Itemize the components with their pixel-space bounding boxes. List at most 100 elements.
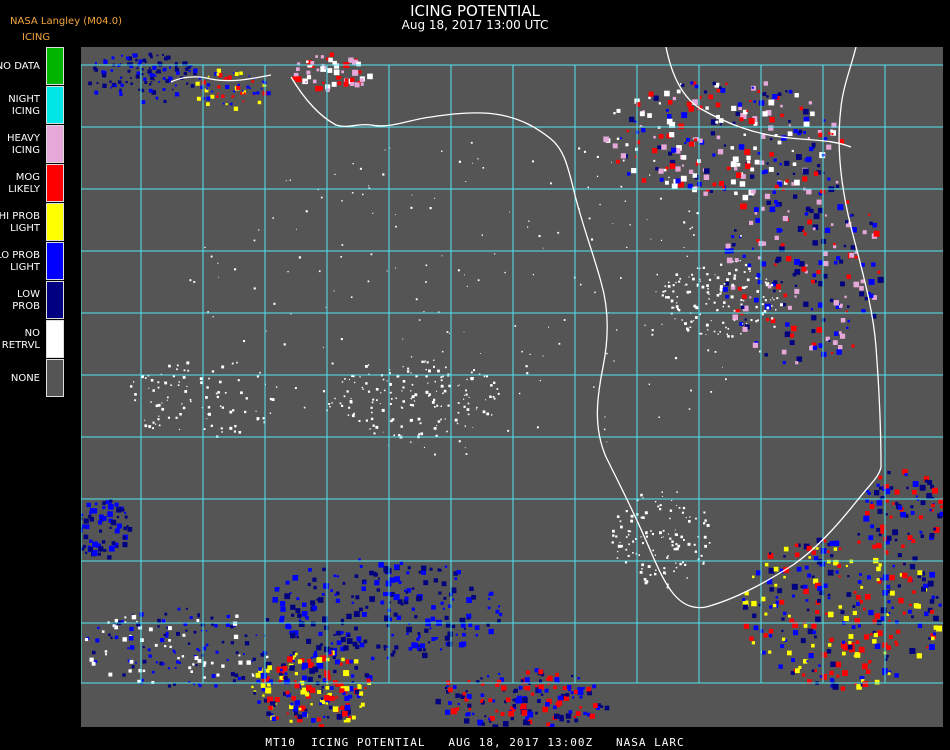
icing-cell — [931, 503, 935, 508]
icing-cell — [348, 406, 351, 409]
icing-cell — [750, 167, 755, 172]
icing-cell — [648, 383, 650, 385]
icing-cell — [251, 673, 254, 675]
icing-cell — [335, 659, 340, 665]
icing-cell — [389, 577, 395, 583]
icing-cell — [823, 119, 826, 122]
icing-cell — [411, 194, 413, 196]
icing-cell — [462, 692, 466, 696]
legend-swatch — [46, 47, 64, 85]
icing-cell — [664, 90, 670, 97]
icing-cell — [804, 565, 809, 570]
icing-cell — [759, 629, 764, 633]
icing-cell — [681, 511, 684, 514]
icing-cell — [294, 652, 298, 656]
icing-cell — [545, 701, 550, 707]
icing-cell — [260, 653, 265, 657]
icing-cell — [341, 657, 345, 662]
icing-cell — [938, 603, 942, 607]
icing-cell — [749, 636, 754, 641]
icing-cell — [365, 605, 369, 609]
icing-cell — [863, 607, 866, 611]
icing-cell — [207, 311, 209, 313]
icing-cell — [107, 555, 112, 560]
icing-cell — [764, 299, 767, 302]
icing-cell — [158, 81, 161, 83]
icing-cell — [811, 643, 815, 648]
icing-cell — [460, 623, 466, 628]
icing-cell — [114, 84, 118, 87]
icing-cell — [273, 302, 276, 305]
icing-cell — [303, 706, 306, 710]
icing-cell — [320, 697, 324, 701]
icing-cell — [167, 396, 169, 399]
icing-cell — [120, 83, 124, 87]
icing-map[interactable] — [73, 46, 944, 731]
icing-cell — [363, 581, 367, 585]
icing-cell — [307, 582, 311, 587]
icing-cell — [933, 527, 936, 531]
icing-cell — [152, 389, 155, 392]
icing-cell — [470, 377, 473, 380]
icing-cell — [301, 611, 308, 617]
icing-cell — [927, 580, 934, 587]
icing-cell — [859, 599, 863, 604]
icing-cell — [794, 93, 799, 98]
icing-cell — [311, 718, 316, 723]
icing-cell — [676, 89, 681, 94]
icing-cell — [206, 83, 210, 87]
icing-cell — [823, 583, 828, 588]
icing-cell — [323, 715, 326, 718]
icing-cell — [136, 71, 141, 76]
icing-cell — [675, 178, 681, 184]
icing-cell — [505, 697, 511, 703]
icing-cell — [423, 648, 426, 652]
icing-cell — [116, 523, 122, 529]
icing-cell — [280, 606, 286, 612]
icing-cell — [742, 194, 749, 201]
icing-cell — [802, 176, 808, 182]
icing-cell — [833, 242, 836, 246]
icing-cell — [811, 315, 817, 321]
icing-cell — [255, 672, 261, 678]
icing-cell — [776, 297, 779, 300]
icing-cell — [727, 328, 730, 330]
icing-cell — [498, 672, 501, 675]
icing-cell — [708, 293, 710, 295]
icing-cell — [744, 149, 751, 155]
icing-cell — [841, 640, 846, 644]
icing-cell — [645, 535, 648, 538]
icing-cell — [110, 519, 117, 526]
icing-cell — [901, 572, 908, 579]
icing-cell — [144, 81, 148, 84]
icing-cell — [873, 632, 878, 638]
icing-cell — [756, 273, 762, 278]
icing-cell — [272, 217, 274, 219]
icing-cell — [370, 406, 373, 409]
icing-cell — [777, 92, 782, 96]
icing-cell — [645, 531, 648, 535]
icing-cell — [816, 199, 822, 205]
icing-cell — [230, 641, 234, 645]
icing-cell — [579, 695, 583, 699]
icing-cell — [807, 219, 813, 225]
icing-cell — [550, 182, 552, 185]
icing-cell — [318, 631, 323, 636]
icing-cell — [936, 625, 942, 632]
icing-cell — [536, 426, 539, 429]
icing-cell — [811, 279, 815, 284]
icing-cell — [577, 677, 580, 680]
icing-cell — [938, 498, 944, 504]
icing-cell — [567, 684, 572, 690]
icing-cell — [929, 644, 935, 650]
icing-cell — [810, 308, 814, 311]
icing-cell — [868, 660, 872, 664]
icing-cell — [154, 75, 157, 77]
icing-cell — [748, 118, 755, 125]
icing-cell — [788, 614, 791, 618]
icing-cell — [558, 342, 561, 345]
icing-cell — [781, 617, 785, 621]
icing-cell — [386, 270, 388, 272]
icing-cell — [234, 72, 239, 76]
icing-cell — [662, 495, 664, 497]
